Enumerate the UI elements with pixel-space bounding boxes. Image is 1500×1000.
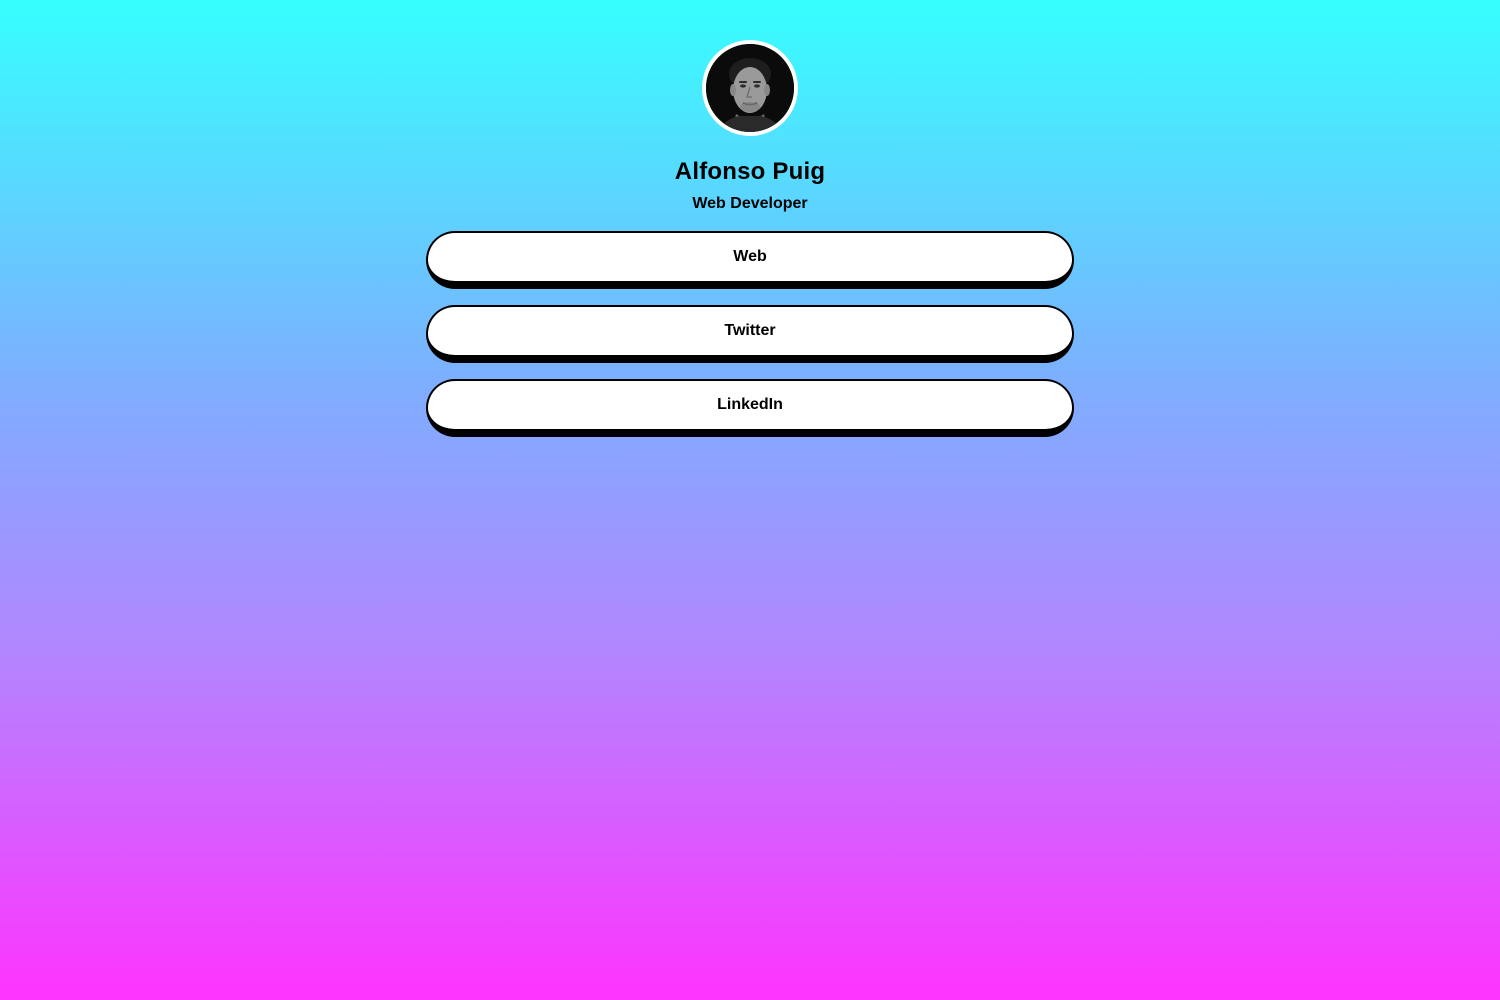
avatar [702,40,798,136]
web-link-button[interactable]: Web [426,231,1074,289]
link-page: Alfonso Puig Web Developer Web Twitter L… [0,0,1500,1000]
profile-title: Web Developer [692,195,808,212]
profile-name: Alfonso Puig [674,158,826,185]
profile-section: Alfonso Puig Web Developer Web Twitter L… [0,0,1500,453]
link-list: Web Twitter LinkedIn [426,231,1074,453]
twitter-link-button[interactable]: Twitter [426,305,1074,363]
avatar-photo-icon [706,44,794,132]
linkedin-link-button[interactable]: LinkedIn [426,379,1074,437]
